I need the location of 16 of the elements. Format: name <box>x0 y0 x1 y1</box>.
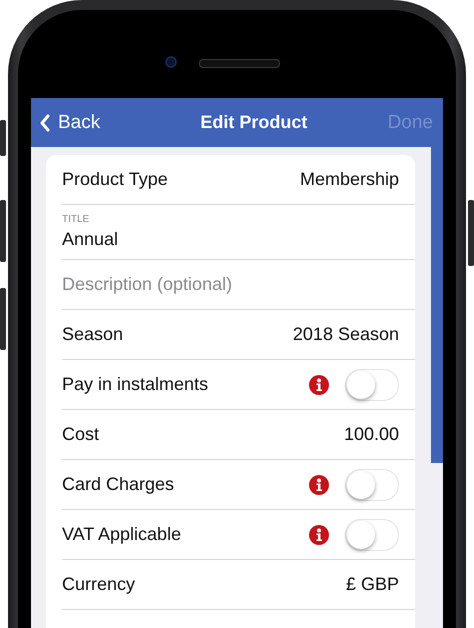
row-label: Product Type <box>62 169 168 190</box>
field-caption: TITLE <box>62 214 90 225</box>
row-label: Currency <box>62 574 136 595</box>
row-value[interactable]: 100.00 <box>344 424 399 445</box>
row-label: Card Charges <box>62 474 174 495</box>
row-label: VAT Applicable <box>62 524 182 545</box>
input-field[interactable]: Annual <box>62 229 399 250</box>
row-value[interactable]: 2018 Season <box>292 324 399 345</box>
input-field[interactable]: Description (optional) <box>62 274 399 295</box>
row-value[interactable]: Membership <box>300 169 399 190</box>
row-label: Cost <box>62 424 100 445</box>
row-label: Season <box>62 324 124 345</box>
screen-title: Edit Product <box>200 112 308 133</box>
row-value[interactable]: £ GBP <box>346 574 399 595</box>
row-label: Pay in instalments <box>62 374 208 395</box>
back-button[interactable]: Back <box>39 112 100 134</box>
